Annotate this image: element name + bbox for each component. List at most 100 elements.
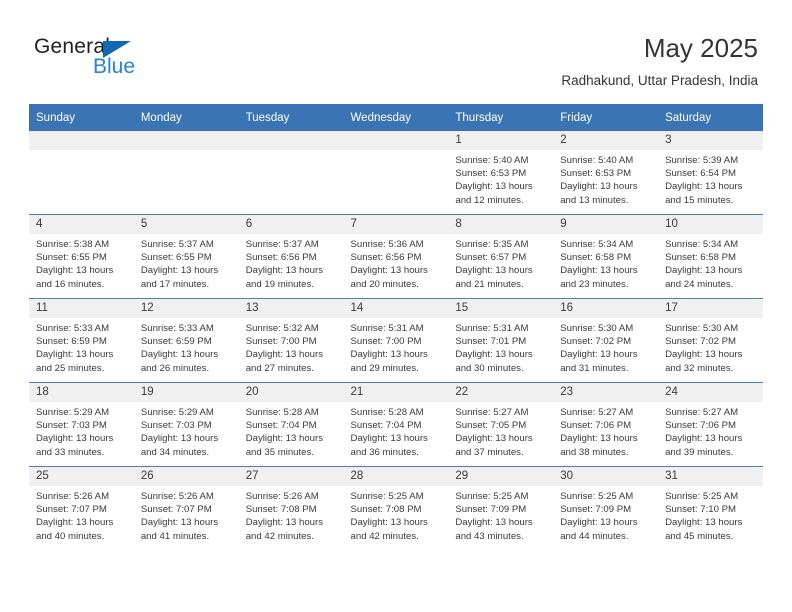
calendar-day-cell[interactable]: 6 Sunrise: 5:37 AM Sunset: 6:56 PM Daylight… [238, 214, 344, 299]
daylight-text-line1: Daylight: 13 hours [665, 517, 743, 529]
calendar-day-cell[interactable]: 31 Sunrise: 5:25 AM Sunset: 7:10 PM Dayligh… [658, 466, 763, 550]
day-number: 14 [343, 299, 449, 318]
day-number: 17 [658, 299, 763, 318]
sunrise-text: Sunrise: 5:29 AM [36, 407, 110, 418]
daylight-text-line2: and 12 minutes. [455, 194, 524, 206]
day-details: Sunrise: 5:27 AM Sunset: 7:05 PM Daylight:… [448, 402, 553, 459]
calendar-day-cell[interactable]: 22 Sunrise: 5:27 AM Sunset: 7:05 PM Dayligh… [448, 382, 554, 467]
general-blue-logo[interactable]: General Blue [34, 36, 234, 84]
logo-text-blue: Blue [93, 55, 136, 78]
day-number: 10 [658, 215, 763, 234]
day-number: 22 [448, 383, 554, 402]
weekday-header-tuesday: Tuesday [238, 104, 344, 131]
sunset-text: Sunset: 7:04 PM [350, 420, 422, 432]
sunset-text: Sunset: 7:07 PM [36, 504, 107, 516]
day-details: Sunrise: 5:26 AM Sunset: 7:07 PM Daylight:… [134, 486, 239, 543]
calendar-day-cell[interactable]: 8 Sunrise: 5:35 AM Sunset: 6:57 PM Daylight… [448, 214, 554, 299]
daylight-text-line1: Daylight: 13 hours [455, 517, 533, 529]
weekday-header-saturday: Saturday [658, 104, 763, 131]
sunrise-text: Sunrise: 5:29 AM [140, 407, 214, 418]
daylight-text-line2: and 19 minutes. [245, 278, 314, 290]
sunset-text: Sunset: 6:53 PM [455, 168, 527, 180]
calendar-week-row: 18 Sunrise: 5:29 AM Sunset: 7:03 PM Dayligh… [29, 382, 763, 467]
page-title: May 2025 [643, 33, 758, 63]
sunset-text: Sunset: 7:09 PM [560, 504, 632, 516]
calendar-day-cell[interactable]: 11 Sunrise: 5:33 AM Sunset: 6:59 PM Dayligh… [29, 298, 134, 383]
sunset-text: Sunset: 6:57 PM [455, 252, 527, 264]
calendar-cell-empty [238, 131, 344, 215]
calendar-day-cell[interactable]: 25 Sunrise: 5:26 AM Sunset: 7:07 PM Dayligh… [29, 466, 134, 550]
day-number: 3 [658, 131, 763, 150]
sunset-text: Sunset: 7:02 PM [560, 336, 632, 348]
day-details: Sunrise: 5:32 AM Sunset: 7:00 PM Daylight:… [239, 318, 344, 375]
calendar-day-cell[interactable]: 1 Sunrise: 5:40 AM Sunset: 6:53 PM Daylight… [448, 131, 554, 215]
sunrise-text: Sunrise: 5:31 AM [350, 323, 424, 334]
day-number: 24 [658, 383, 763, 402]
sunset-text: Sunset: 7:00 PM [245, 336, 317, 348]
day-details: Sunrise: 5:35 AM Sunset: 6:57 PM Daylight:… [448, 234, 553, 291]
calendar-day-cell[interactable]: 2 Sunrise: 5:40 AM Sunset: 6:53 PM Daylight… [553, 131, 659, 215]
sunset-text: Sunset: 6:53 PM [560, 168, 632, 180]
sunrise-text: Sunrise: 5:28 AM [350, 407, 424, 418]
sunset-text: Sunset: 7:08 PM [245, 504, 317, 516]
calendar-day-cell[interactable]: 24 Sunrise: 5:27 AM Sunset: 7:06 PM Dayligh… [658, 382, 763, 467]
daylight-text-line2: and 24 minutes. [665, 278, 734, 290]
day-details: Sunrise: 5:25 AM Sunset: 7:09 PM Daylight:… [553, 486, 658, 543]
calendar-day-cell[interactable]: 7 Sunrise: 5:36 AM Sunset: 6:56 PM Daylight… [343, 214, 449, 299]
calendar-day-cell[interactable]: 12 Sunrise: 5:33 AM Sunset: 6:59 PM Dayligh… [133, 298, 239, 383]
sunrise-text: Sunrise: 5:27 AM [560, 407, 634, 418]
calendar-day-cell[interactable]: 28 Sunrise: 5:25 AM Sunset: 7:08 PM Dayligh… [343, 466, 449, 550]
sunset-text: Sunset: 7:06 PM [665, 420, 736, 432]
day-details: Sunrise: 5:31 AM Sunset: 7:01 PM Daylight:… [448, 318, 553, 375]
day-number: 21 [343, 383, 449, 402]
sunset-text: Sunset: 6:59 PM [36, 336, 107, 348]
sunrise-text: Sunrise: 5:37 AM [245, 239, 319, 250]
sunset-text: Sunset: 7:08 PM [350, 504, 422, 516]
calendar-day-cell[interactable]: 23 Sunrise: 5:27 AM Sunset: 7:06 PM Dayligh… [553, 382, 659, 467]
sunset-text: Sunset: 7:01 PM [455, 336, 527, 348]
sunrise-text: Sunrise: 5:40 AM [560, 155, 634, 166]
calendar-day-cell[interactable]: 9 Sunrise: 5:34 AM Sunset: 6:58 PM Daylight… [553, 214, 659, 299]
day-number: 26 [133, 467, 239, 486]
calendar-day-cell[interactable]: 21 Sunrise: 5:28 AM Sunset: 7:04 PM Dayligh… [343, 382, 449, 467]
daylight-text-line1: Daylight: 13 hours [36, 265, 114, 277]
calendar-day-cell[interactable]: 17 Sunrise: 5:30 AM Sunset: 7:02 PM Dayligh… [658, 298, 763, 383]
weekday-header-thursday: Thursday [448, 104, 554, 131]
sunset-text: Sunset: 7:06 PM [560, 420, 632, 432]
day-details: Sunrise: 5:37 AM Sunset: 6:55 PM Daylight:… [134, 234, 239, 291]
day-number: 1 [448, 131, 554, 150]
sunrise-text: Sunrise: 5:36 AM [350, 239, 424, 250]
calendar-day-cell[interactable]: 5 Sunrise: 5:37 AM Sunset: 6:55 PM Daylight… [133, 214, 239, 299]
calendar-day-cell[interactable]: 13 Sunrise: 5:32 AM Sunset: 7:00 PM Dayligh… [238, 298, 344, 383]
sunrise-text: Sunrise: 5:30 AM [560, 323, 634, 334]
sunrise-text: Sunrise: 5:26 AM [36, 491, 110, 502]
day-details: Sunrise: 5:39 AM Sunset: 6:54 PM Daylight:… [658, 150, 763, 207]
calendar-day-cell[interactable]: 26 Sunrise: 5:26 AM Sunset: 7:07 PM Dayligh… [133, 466, 239, 550]
calendar-day-cell[interactable]: 27 Sunrise: 5:26 AM Sunset: 7:08 PM Dayligh… [238, 466, 344, 550]
calendar-day-cell[interactable]: 19 Sunrise: 5:29 AM Sunset: 7:03 PM Dayligh… [133, 382, 239, 467]
calendar-week-row: 11 Sunrise: 5:33 AM Sunset: 6:59 PM Dayligh… [29, 298, 763, 383]
sunset-text: Sunset: 6:58 PM [560, 252, 632, 264]
calendar-day-cell[interactable]: 3 Sunrise: 5:39 AM Sunset: 6:54 PM Daylight… [658, 131, 763, 215]
calendar-day-cell[interactable]: 15 Sunrise: 5:31 AM Sunset: 7:01 PM Dayligh… [448, 298, 554, 383]
daylight-text-line2: and 26 minutes. [140, 362, 210, 374]
daylight-text-line2: and 43 minutes. [455, 530, 524, 542]
calendar-day-cell[interactable]: 18 Sunrise: 5:29 AM Sunset: 7:03 PM Dayligh… [29, 382, 134, 467]
daylight-text-line1: Daylight: 13 hours [350, 265, 428, 277]
calendar-day-cell[interactable]: 10 Sunrise: 5:34 AM Sunset: 6:58 PM Dayligh… [658, 214, 763, 299]
calendar-day-cell[interactable]: 20 Sunrise: 5:28 AM Sunset: 7:04 PM Dayligh… [238, 382, 344, 467]
calendar-day-cell[interactable]: 30 Sunrise: 5:25 AM Sunset: 7:09 PM Dayligh… [553, 466, 659, 550]
day-details: Sunrise: 5:40 AM Sunset: 6:53 PM Daylight:… [553, 150, 658, 207]
sunrise-text: Sunrise: 5:25 AM [350, 491, 424, 502]
sunrise-text: Sunrise: 5:34 AM [560, 239, 634, 250]
day-number: 16 [553, 299, 659, 318]
sunrise-text: Sunrise: 5:30 AM [665, 323, 739, 334]
calendar-day-cell[interactable]: 4 Sunrise: 5:38 AM Sunset: 6:55 PM Daylight… [29, 214, 134, 299]
sunrise-text: Sunrise: 5:31 AM [455, 323, 529, 334]
sunset-text: Sunset: 7:10 PM [665, 504, 736, 516]
calendar-day-cell[interactable]: 14 Sunrise: 5:31 AM Sunset: 7:00 PM Dayligh… [343, 298, 449, 383]
daylight-text-line1: Daylight: 13 hours [665, 265, 743, 277]
sunrise-text: Sunrise: 5:27 AM [665, 407, 739, 418]
calendar-day-cell[interactable]: 29 Sunrise: 5:25 AM Sunset: 7:09 PM Dayligh… [448, 466, 554, 550]
calendar-day-cell[interactable]: 16 Sunrise: 5:30 AM Sunset: 7:02 PM Dayligh… [553, 298, 659, 383]
